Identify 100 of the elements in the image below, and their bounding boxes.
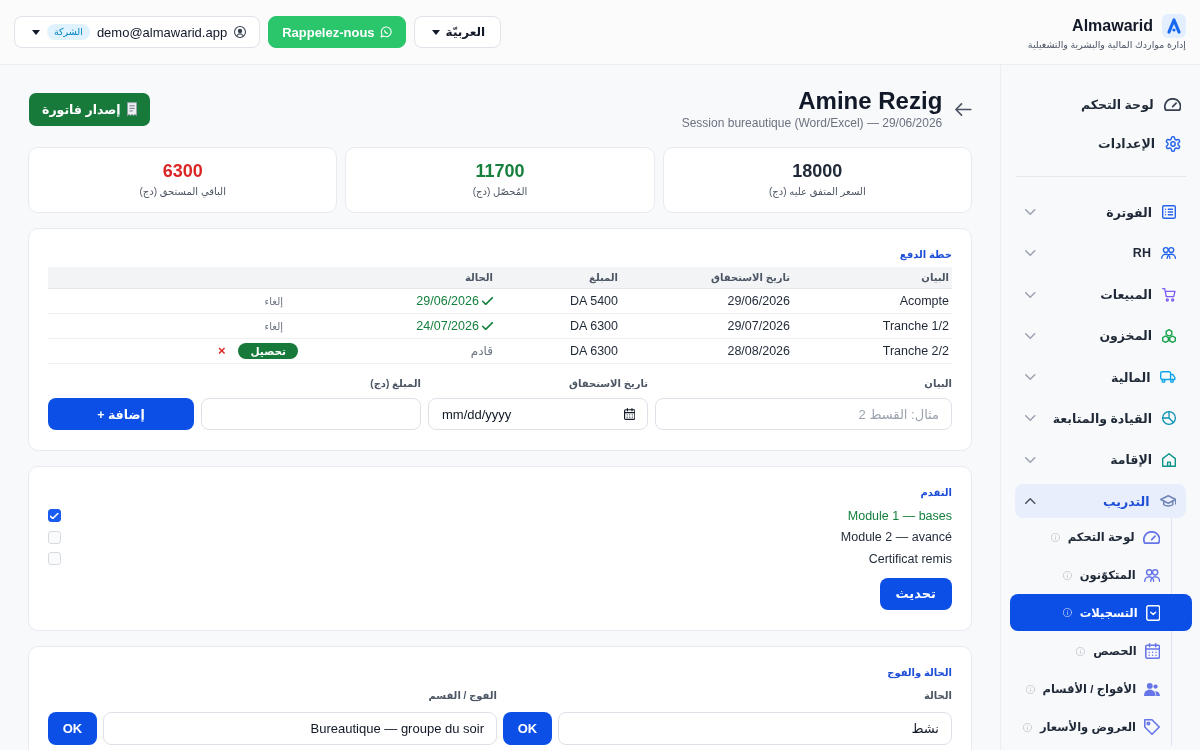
- page-subtitle: Session bureautique (Word/Excel) — 29/06/2026: [681, 115, 943, 131]
- text-field[interactable]: نشط: [558, 711, 952, 745]
- info-icon: [1062, 608, 1072, 618]
- tag-icon: [1144, 719, 1160, 736]
- nav-item[interactable]: لوحة التحكم: [1010, 518, 1192, 557]
- status-text: 29/06/2026: [416, 294, 479, 308]
- invoice-button[interactable]: إصدار فاتورة: [29, 92, 150, 126]
- chat-bubble-icon: [379, 26, 392, 38]
- table-cell-text: Acompte: [898, 294, 950, 308]
- page-title: Amine Rezig: [798, 87, 943, 115]
- status-text: 24/07/2026: [416, 319, 479, 333]
- column-header: تاريخ الاستحقاق: [710, 272, 791, 283]
- stat-label: الباقي المستحق (دج): [139, 185, 226, 199]
- stat-value: 11700: [475, 160, 525, 182]
- table-cell-text: Tranche 1/2: [881, 319, 950, 333]
- info-icon: [1025, 684, 1035, 694]
- section-title: التقدم: [919, 487, 952, 499]
- table-cell-text: 29/06/2026: [726, 294, 791, 308]
- table-cell-text: 28/08/2026: [726, 344, 791, 358]
- cart-icon: [1162, 287, 1176, 302]
- update-button[interactable]: تحديث: [879, 577, 952, 610]
- remove-button[interactable]: ×: [213, 344, 230, 358]
- table-cell-text: DA 6300: [569, 319, 619, 333]
- arrow-left-icon: [955, 102, 972, 116]
- nav-item[interactable]: المتكوّنون: [1010, 556, 1192, 595]
- chevron-down-icon: [1025, 250, 1036, 257]
- receipt-icon: [126, 102, 137, 116]
- user-icon: [234, 26, 247, 38]
- nav-group[interactable]: RH: [1015, 236, 1186, 271]
- field-label: الحالة: [923, 689, 952, 702]
- field-label: البيان: [923, 378, 952, 390]
- status-text: قادم: [470, 344, 493, 358]
- nav-item[interactable]: الإعدادات: [1010, 124, 1192, 163]
- collect-button[interactable]: تحصيل: [238, 343, 298, 359]
- text-field[interactable]: Bureautique — groupe du soir: [103, 711, 497, 745]
- column-header: الحالة: [464, 272, 494, 283]
- nav-item[interactable]: الأفواج / الأقسام: [1010, 670, 1192, 709]
- chevron-down-icon: [1025, 332, 1036, 339]
- chevron-down-icon: [1025, 209, 1036, 215]
- gauge-icon: [1142, 530, 1160, 544]
- field-label: الفوج / القسم: [427, 689, 497, 702]
- caret-icon: [32, 29, 40, 35]
- chevron-down-icon: [1025, 415, 1036, 422]
- house-icon: [1162, 452, 1176, 467]
- stat-label: المُحصّل (دج): [472, 185, 528, 199]
- info-icon: [1050, 532, 1060, 542]
- list-icon: [1162, 205, 1176, 219]
- chevron-down-icon: [1025, 374, 1036, 381]
- nav-group[interactable]: الإقامة: [1015, 442, 1186, 477]
- language-select[interactable]: العربيّة: [413, 16, 502, 48]
- calendar-icon: [1144, 643, 1160, 660]
- nav-group[interactable]: المخزون: [1015, 318, 1186, 353]
- brand-tagline: إدارة مواردك المالية والبشرية والتشغيلية: [1027, 37, 1186, 51]
- check-icon: [50, 512, 59, 519]
- number-field[interactable]: [201, 398, 421, 430]
- brand-name: Almawarid: [1072, 15, 1153, 36]
- nav-group[interactable]: التدريب: [1015, 484, 1186, 519]
- nav-group[interactable]: الفوترة: [1015, 195, 1186, 229]
- check-icon: [481, 322, 493, 330]
- users-icon: [1160, 247, 1176, 260]
- gauge-icon: [1163, 98, 1181, 111]
- cancel-link[interactable]: إلغاء: [249, 318, 298, 334]
- column-header: البيان: [920, 272, 950, 283]
- ok-button[interactable]: OK: [48, 711, 97, 745]
- section-title: الحالة والفوج: [886, 666, 952, 679]
- calendar-icon: [623, 408, 635, 420]
- back-button[interactable]: [955, 102, 972, 116]
- nav-item[interactable]: العروض والأسعار: [1010, 708, 1192, 747]
- users-icon: [1143, 568, 1160, 582]
- add-button[interactable]: + إضافة: [48, 398, 194, 430]
- field-label: تاريخ الاستحقاق: [568, 378, 648, 390]
- stat-value: 18000: [792, 160, 843, 182]
- info-icon: [1076, 646, 1086, 656]
- ok-button[interactable]: OK: [503, 711, 552, 745]
- chevron-down-icon: [1025, 291, 1036, 298]
- checklist-label: Module 1 — bases: [847, 508, 952, 523]
- nav-item[interactable]: التسجيلات: [1010, 594, 1192, 632]
- section-title: خطة الدفع: [898, 249, 952, 261]
- info-icon: [1022, 722, 1032, 732]
- checkbox[interactable]: [48, 509, 61, 523]
- company-badge: الشركة: [47, 24, 90, 40]
- nav-group[interactable]: القيادة والمتابعة: [1015, 401, 1186, 436]
- table-cell-text: 29/07/2026: [726, 319, 791, 333]
- truck-icon: [1160, 371, 1176, 384]
- settings-icon: [1165, 135, 1181, 152]
- cancel-link[interactable]: إلغاء: [249, 293, 298, 309]
- table-cell-text: DA 5400: [569, 294, 619, 308]
- checklist-label: Module 2 — avancé: [840, 530, 952, 545]
- nav-group[interactable]: المالية: [1015, 360, 1186, 395]
- nav-item[interactable]: لوحة التحكم: [1010, 85, 1192, 124]
- chevron-down-icon: [1025, 456, 1036, 463]
- nav-group[interactable]: المبيعات: [1015, 277, 1186, 312]
- nav-item[interactable]: الحصص: [1010, 632, 1192, 671]
- date-field[interactable]: mm/dd/yyyy: [428, 398, 648, 430]
- text-field[interactable]: مثال: القسط 2: [655, 398, 952, 430]
- checklist-label: Certificat remis: [868, 551, 952, 566]
- check-icon: [481, 297, 493, 305]
- pie-chart-icon: [1162, 411, 1176, 426]
- square-chevron-icon: [1145, 604, 1160, 621]
- stat-label: السعر المتفق عليه (دج): [769, 185, 866, 199]
